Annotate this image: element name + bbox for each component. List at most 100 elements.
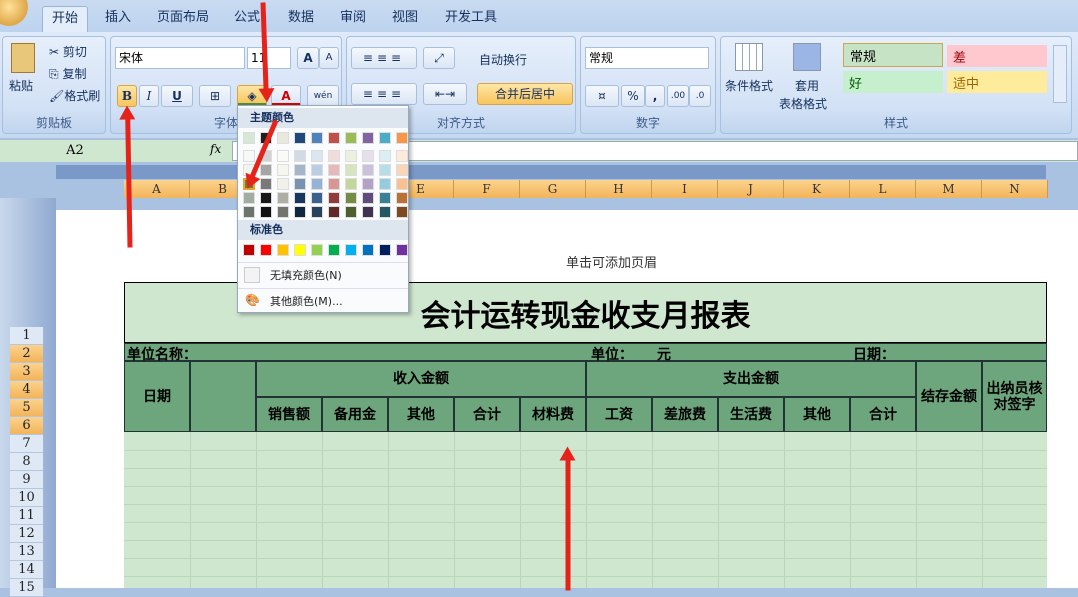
increase-decimal-button[interactable]: .00 (667, 85, 689, 107)
theme-color-swatch[interactable] (345, 178, 357, 190)
theme-color-swatch[interactable] (260, 164, 272, 176)
header-date[interactable]: 日期 (124, 361, 190, 432)
theme-color-swatch[interactable] (260, 206, 272, 218)
column-header-I[interactable]: I (652, 180, 718, 198)
theme-color-swatch[interactable] (362, 178, 374, 190)
phonetic-button[interactable]: wén (307, 85, 339, 107)
format-painter-button[interactable]: 🖌格式刷 (49, 87, 100, 104)
column-header-H[interactable]: H (586, 180, 652, 198)
theme-color-swatch[interactable] (277, 192, 289, 204)
theme-color-swatch[interactable] (294, 192, 306, 204)
style-bad[interactable]: 差 (947, 45, 1047, 67)
theme-color-swatch[interactable] (277, 164, 289, 176)
theme-color-swatch[interactable] (328, 206, 340, 218)
theme-color-swatch[interactable] (311, 192, 323, 204)
conditional-format-button[interactable]: 条件格式 (725, 77, 773, 94)
bold-button[interactable]: B (117, 85, 137, 107)
theme-color-swatch[interactable] (328, 192, 340, 204)
header-blank[interactable] (190, 361, 256, 432)
column-header-G[interactable]: G (520, 180, 586, 198)
tab-developer[interactable]: 开发工具 (438, 6, 504, 32)
office-button[interactable] (0, 0, 28, 26)
style-normal[interactable]: 常规 (843, 43, 943, 67)
theme-color-swatch[interactable] (396, 150, 408, 162)
info-row[interactable]: 单位名称： 单位： 元 日期： (124, 343, 1047, 363)
header-expense-col[interactable]: 其他 (784, 397, 850, 432)
column-header-F[interactable]: F (454, 180, 520, 198)
theme-color-swatch[interactable] (345, 150, 357, 162)
theme-color-swatch[interactable] (277, 132, 289, 144)
row-header-12[interactable]: 12 (10, 525, 43, 543)
shrink-font-button[interactable]: A (319, 47, 339, 69)
theme-color-swatch[interactable] (379, 192, 391, 204)
theme-color-swatch[interactable] (396, 206, 408, 218)
standard-color-swatch[interactable] (345, 244, 357, 256)
borders-button[interactable]: ⊞ (199, 85, 231, 107)
header-income[interactable]: 收入金额 (256, 361, 586, 397)
tab-home[interactable]: 开始 (42, 6, 88, 32)
theme-color-swatch[interactable] (243, 150, 255, 162)
theme-color-swatch[interactable] (311, 178, 323, 190)
header-signoff[interactable]: 出纳员核对签字 (982, 361, 1047, 432)
header-income-col[interactable]: 其他 (388, 397, 454, 432)
theme-color-swatch[interactable] (379, 150, 391, 162)
tab-review[interactable]: 审阅 (332, 6, 374, 32)
theme-color-swatch[interactable] (243, 206, 255, 218)
row-header-3[interactable]: 3 (10, 363, 43, 381)
header-income-col[interactable]: 合计 (454, 397, 520, 432)
header-expense[interactable]: 支出金额 (586, 361, 916, 397)
header-balance[interactable]: 结存金额 (916, 361, 982, 432)
grow-font-button[interactable]: A (297, 47, 319, 69)
no-fill-option[interactable]: 无填充颜色(N) (238, 262, 408, 286)
standard-color-swatch[interactable] (362, 244, 374, 256)
column-header-J[interactable]: J (718, 180, 784, 198)
row-header-10[interactable]: 10 (10, 489, 43, 507)
theme-color-swatch[interactable] (260, 178, 272, 190)
theme-color-swatch[interactable] (362, 206, 374, 218)
tab-data[interactable]: 数据 (280, 6, 322, 32)
theme-color-swatch[interactable] (294, 178, 306, 190)
styles-scroll[interactable] (1053, 45, 1067, 103)
indent-buttons[interactable]: ⇤⇥ (423, 83, 467, 105)
vertical-align-buttons[interactable]: ≡≡≡ (351, 47, 417, 69)
header-income-col[interactable]: 销售额 (256, 397, 322, 432)
font-color-button[interactable]: A (271, 85, 301, 107)
column-header-A[interactable]: A (124, 180, 190, 198)
standard-color-swatch[interactable] (277, 244, 289, 256)
theme-color-swatch[interactable] (345, 132, 357, 144)
theme-color-swatch[interactable] (277, 206, 289, 218)
row-header-8[interactable]: 8 (10, 453, 43, 471)
row-header-1[interactable]: 1 (10, 327, 43, 345)
theme-color-swatch[interactable] (362, 192, 374, 204)
worksheet-table[interactable]: 会计运转现金收支月报表 单位名称： 单位： 元 日期： 日期 收入金额 支出金额 销售… (124, 282, 1047, 588)
theme-color-swatch[interactable] (379, 178, 391, 190)
theme-color-swatch[interactable] (396, 192, 408, 204)
header-hint[interactable]: 单击可添加页眉 (566, 252, 657, 271)
theme-color-swatch[interactable] (345, 206, 357, 218)
theme-color-swatch[interactable] (277, 178, 289, 190)
horizontal-align-buttons[interactable]: ≡≡≡ (351, 83, 417, 105)
theme-color-swatch[interactable] (294, 132, 306, 144)
row-header-15[interactable]: 15 (10, 579, 43, 597)
standard-color-swatch[interactable] (328, 244, 340, 256)
wrap-text-button[interactable]: 自动换行 (479, 51, 527, 68)
font-name-select[interactable]: 宋体 (115, 47, 245, 69)
orientation-button[interactable]: ⤢ (423, 47, 455, 69)
header-expense-col[interactable]: 差旅费 (652, 397, 718, 432)
theme-color-swatch[interactable] (362, 150, 374, 162)
theme-color-swatch[interactable] (362, 132, 374, 144)
theme-color-swatch[interactable] (379, 164, 391, 176)
row-header-4[interactable]: 4 (10, 381, 43, 399)
tab-view[interactable]: 视图 (384, 6, 426, 32)
standard-color-swatch[interactable] (243, 244, 255, 256)
standard-color-swatch[interactable] (379, 244, 391, 256)
number-format-select[interactable]: 常规 (585, 47, 709, 69)
theme-color-swatch[interactable] (294, 164, 306, 176)
merge-center-button[interactable]: 合并后居中 (477, 83, 573, 105)
decrease-decimal-button[interactable]: .0 (689, 85, 711, 107)
standard-color-swatch[interactable] (396, 244, 408, 256)
row-header-13[interactable]: 13 (10, 543, 43, 561)
theme-color-swatch[interactable] (328, 150, 340, 162)
standard-color-swatch[interactable] (294, 244, 306, 256)
row-header-11[interactable]: 11 (10, 507, 43, 525)
